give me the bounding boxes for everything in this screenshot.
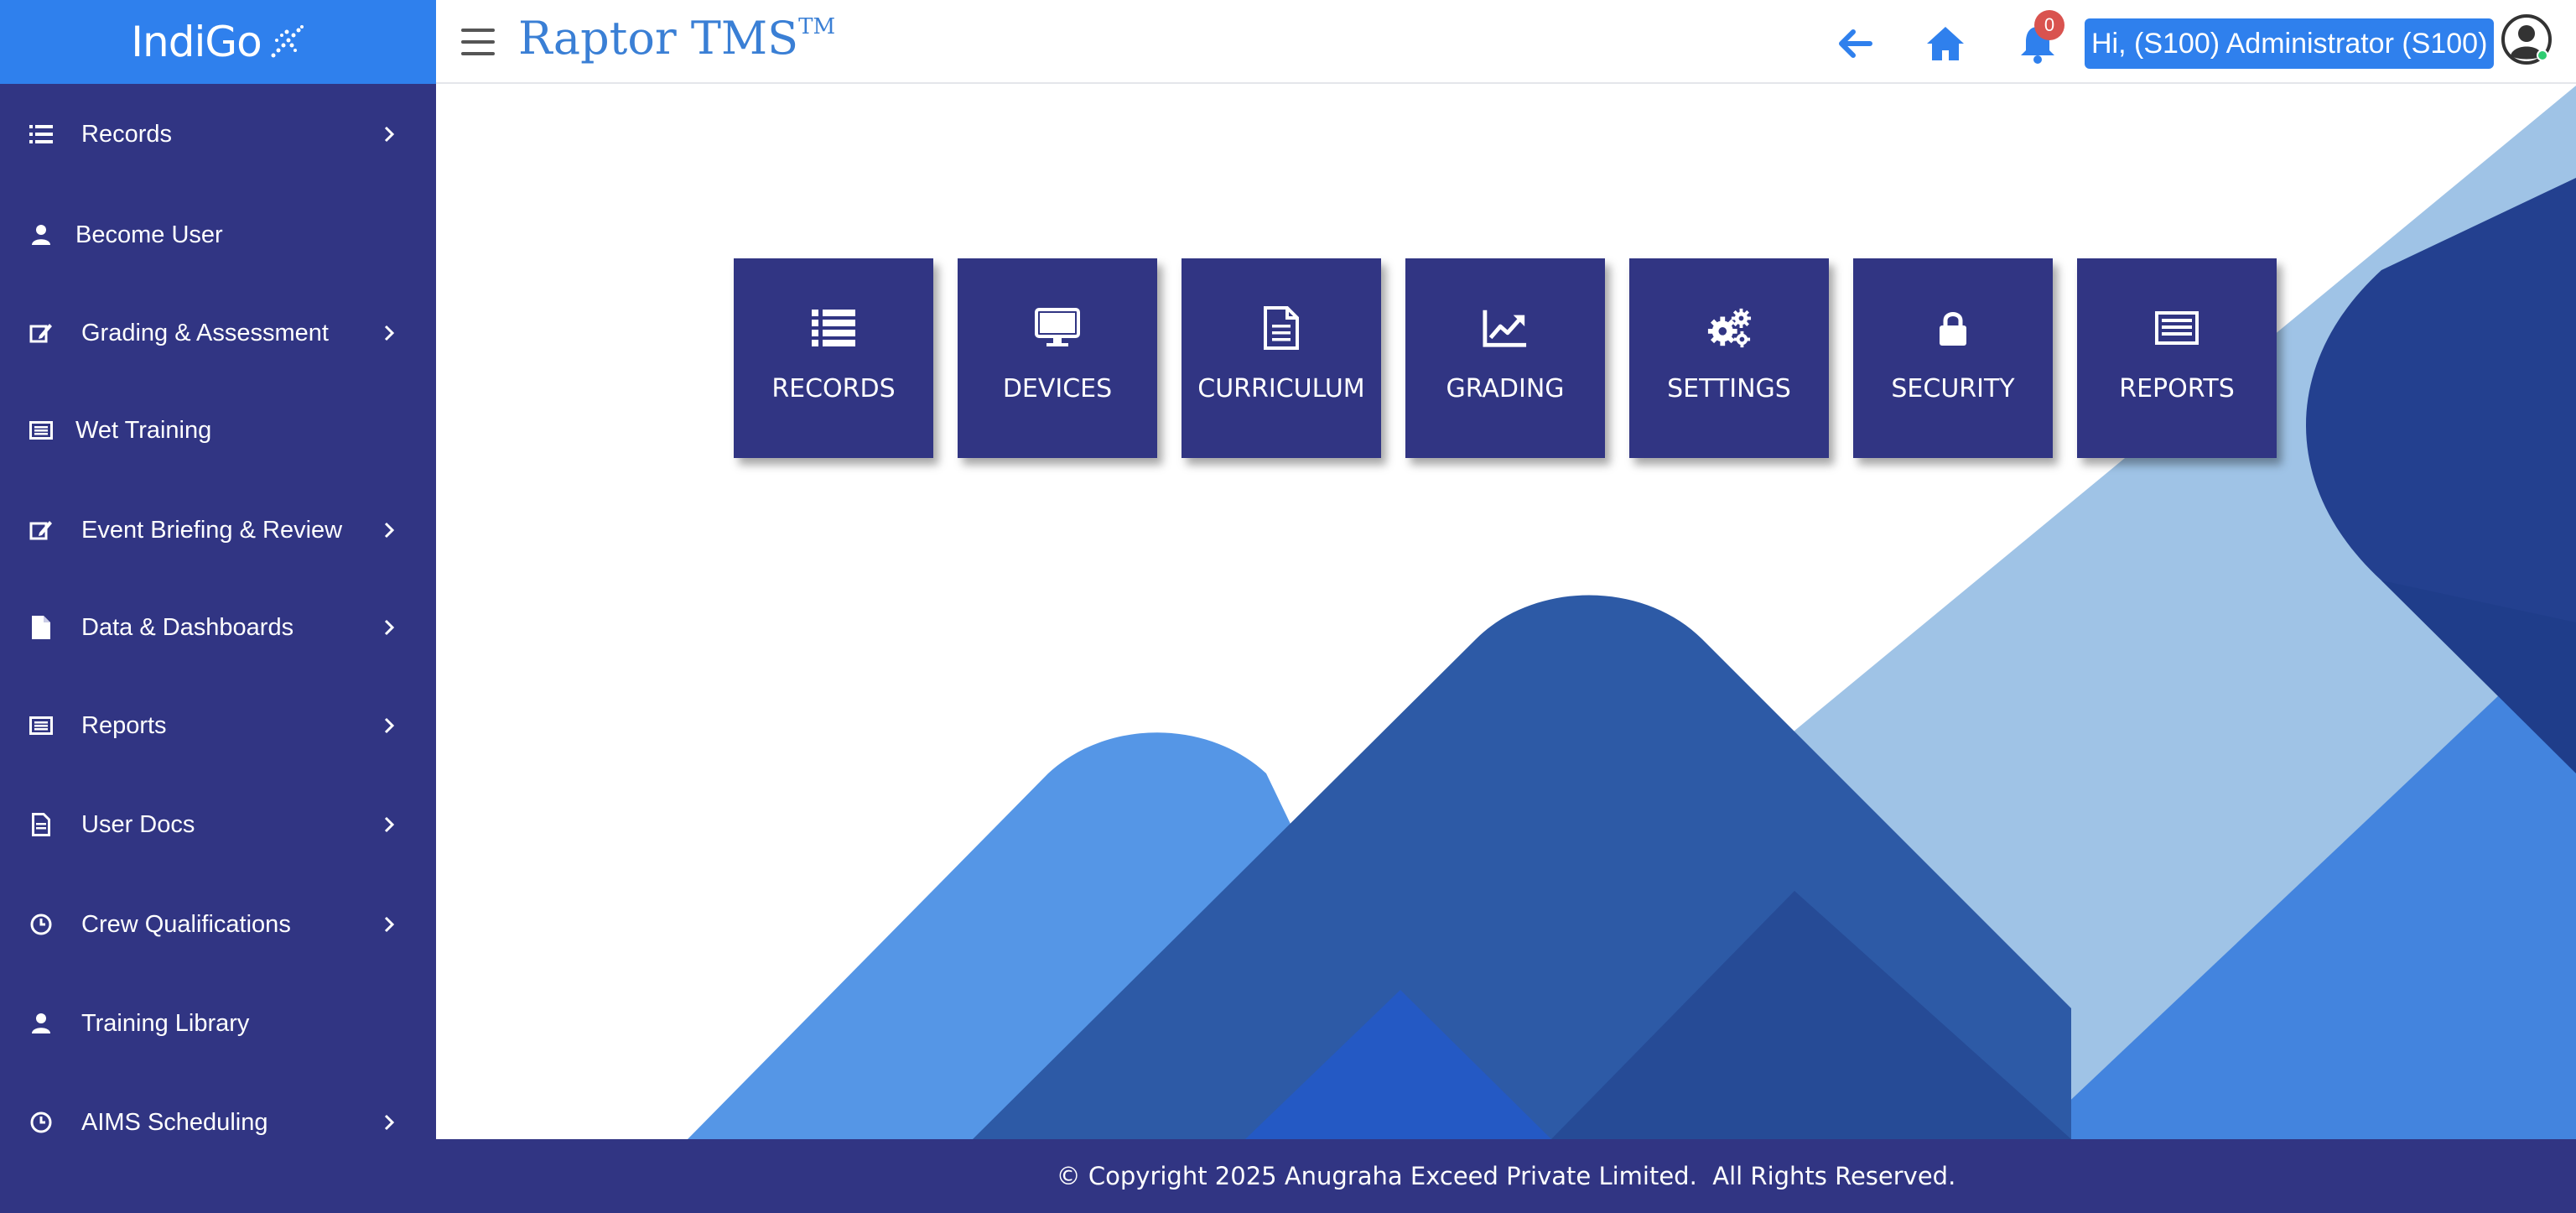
trademark-mark: TM <box>798 14 836 39</box>
sidebar-item-label: AIMS Scheduling <box>81 1108 268 1136</box>
sidebar-item-label: Wet Training <box>75 416 212 444</box>
tile-security[interactable]: SECURITY <box>1853 258 2053 458</box>
sidebar-item-user-docs[interactable]: User Docs <box>0 791 436 858</box>
chevron-right-icon <box>384 522 395 539</box>
sidebar: IndiGo Records Become User Grading & Ass… <box>0 0 436 1213</box>
list-icon <box>811 305 856 351</box>
tile-label: SECURITY <box>1891 374 2015 403</box>
document-icon <box>1259 305 1304 351</box>
tile-curriculum[interactable]: CURRICULUM <box>1182 258 1381 458</box>
tile-label: SETTINGS <box>1667 374 1791 403</box>
chevron-right-icon <box>384 1114 395 1131</box>
tile-label: DEVICES <box>1002 374 1113 403</box>
tile-label: CURRICULUM <box>1197 374 1365 403</box>
sidebar-item-training-library[interactable]: Training Library <box>0 990 436 1057</box>
sidebar-item-label: User Docs <box>81 810 195 838</box>
sidebar-item-label: Crew Qualifications <box>81 910 291 938</box>
home-icon[interactable] <box>1924 22 1967 65</box>
logo-bar: IndiGo <box>0 0 436 84</box>
tile-label: RECORDS <box>771 374 896 403</box>
user-menu-button[interactable]: Hi, (S100) Administrator (S100) <box>2085 18 2495 69</box>
chevron-right-icon <box>384 325 395 341</box>
chevron-right-icon <box>384 126 395 143</box>
notification-badge: 0 <box>2034 10 2064 40</box>
sidebar-item-reports[interactable]: Reports <box>0 692 436 759</box>
footer: © Copyright 2025 Anugraha Exceed Private… <box>436 1139 2576 1213</box>
file-icon <box>29 615 54 640</box>
plane-logo-icon <box>271 25 304 58</box>
sidebar-item-records[interactable]: Records <box>0 101 436 168</box>
chevron-right-icon <box>384 916 395 933</box>
tile-records[interactable]: RECORDS <box>734 258 933 458</box>
gears-icon <box>1706 305 1752 351</box>
document-icon <box>29 812 54 837</box>
lock-icon <box>1930 305 1976 351</box>
sidebar-item-label: Data & Dashboards <box>81 613 294 641</box>
clock-icon <box>29 912 54 937</box>
chevron-right-icon <box>384 619 395 636</box>
sidebar-item-label: Event Briefing & Review <box>81 516 343 544</box>
avatar-icon[interactable] <box>2501 13 2553 65</box>
sidebar-item-label: Records <box>81 120 172 148</box>
list-icon <box>29 122 54 147</box>
brand-name: Raptor TMS <box>518 12 799 65</box>
newspaper-icon <box>2154 305 2199 351</box>
app-brand: Raptor TMSTM <box>518 12 835 65</box>
monitor-icon <box>1035 305 1080 351</box>
sidebar-item-data-dashboards[interactable]: Data & Dashboards <box>0 594 436 661</box>
user-icon <box>29 1011 54 1036</box>
sidebar-item-label: Training Library <box>81 1009 250 1037</box>
clock-icon <box>29 1110 54 1135</box>
sidebar-item-become-user[interactable]: Become User <box>0 201 436 268</box>
decorative-background <box>688 86 2576 1139</box>
edit-icon <box>29 518 54 543</box>
indigo-logo: IndiGo <box>131 18 262 66</box>
top-header: Raptor TMSTM 0 Hi, (S100) Administrator … <box>436 0 2576 84</box>
tile-grading[interactable]: GRADING <box>1405 258 1605 458</box>
chart-line-icon <box>1483 305 1528 351</box>
chevron-right-icon <box>384 816 395 833</box>
hamburger-menu-icon[interactable] <box>461 29 495 55</box>
newspaper-icon <box>29 713 54 738</box>
tile-reports[interactable]: REPORTS <box>2077 258 2277 458</box>
tile-label: REPORTS <box>2119 374 2235 403</box>
sidebar-item-event-briefing-review[interactable]: Event Briefing & Review <box>0 497 436 564</box>
tile-label: GRADING <box>1446 374 1565 403</box>
tile-settings[interactable]: SETTINGS <box>1629 258 1829 458</box>
sidebar-item-label: Grading & Assessment <box>81 319 329 346</box>
sidebar-item-crew-qualifications[interactable]: Crew Qualifications <box>0 891 436 958</box>
sidebar-item-wet-training[interactable]: Wet Training <box>0 397 436 464</box>
sidebar-item-grading-assessment[interactable]: Grading & Assessment <box>0 299 436 367</box>
newspaper-icon <box>29 418 54 443</box>
copyright-text: © Copyright 2025 Anugraha Exceed Private… <box>1056 1162 1956 1190</box>
edit-icon <box>29 320 54 346</box>
sidebar-item-label: Reports <box>81 711 167 739</box>
tile-devices[interactable]: DEVICES <box>958 258 1157 458</box>
back-arrow-icon[interactable] <box>1833 22 1877 65</box>
sidebar-item-label: Become User <box>75 221 223 248</box>
user-icon <box>29 222 54 247</box>
chevron-right-icon <box>384 717 395 734</box>
sidebar-item-aims-scheduling[interactable]: AIMS Scheduling <box>0 1089 436 1156</box>
